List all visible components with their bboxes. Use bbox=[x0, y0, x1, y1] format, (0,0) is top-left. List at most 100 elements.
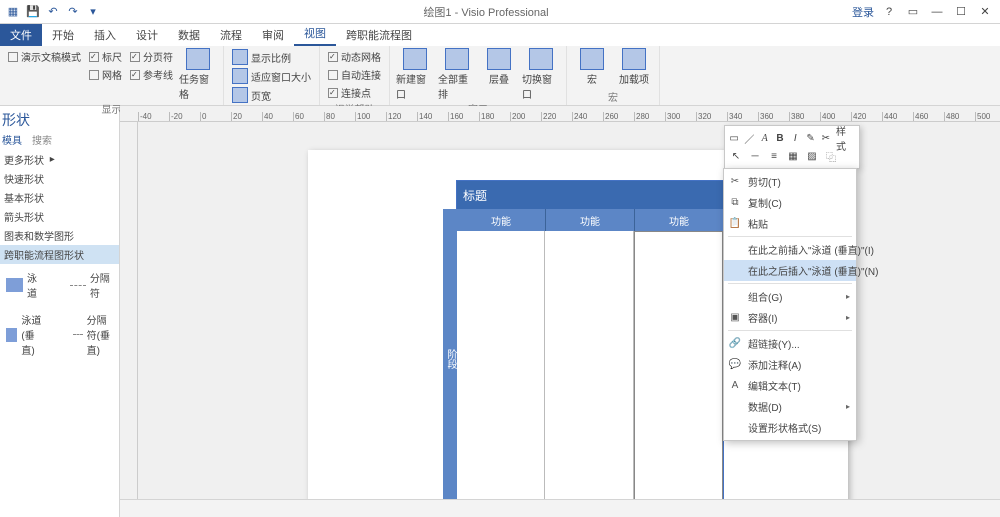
tab-stencils[interactable]: 模具 bbox=[2, 132, 22, 147]
tab-file[interactable]: 文件 bbox=[0, 24, 42, 46]
chk-ruler[interactable]: 标尺 bbox=[87, 48, 124, 65]
swimlane-container[interactable]: 阶段 标题 功能 功能 功能 bbox=[456, 180, 724, 510]
chk-guides[interactable]: 参考线 bbox=[128, 66, 175, 83]
chk-dynamic-grid[interactable]: 动态网格 bbox=[326, 48, 383, 65]
minimize-icon[interactable]: — bbox=[928, 5, 946, 19]
chk-auto-connect[interactable]: 自动连接 bbox=[326, 66, 383, 83]
stencil-separator-vertical[interactable]: 分隔符(垂直) bbox=[71, 310, 115, 359]
tab-review[interactable]: 审阅 bbox=[252, 24, 294, 46]
swimlane-header-1[interactable]: 功能 bbox=[457, 209, 546, 231]
chevron-right-icon: ▸ bbox=[846, 292, 850, 301]
qat-customize-icon[interactable]: ▾ bbox=[84, 3, 102, 21]
shapes-panel: 形状 模具 搜索 更多形状 ▸ 快速形状 基本形状 箭头形状 图表和数学图形 跨… bbox=[0, 106, 120, 517]
tab-insert[interactable]: 插入 bbox=[84, 24, 126, 46]
app-icon[interactable]: ▦ bbox=[4, 3, 22, 21]
basic-shapes[interactable]: 基本形状 bbox=[0, 188, 119, 207]
lane-3-selected[interactable] bbox=[634, 231, 723, 509]
stencil-swimlane[interactable]: 泳道 bbox=[4, 268, 44, 302]
tab-process[interactable]: 流程 bbox=[210, 24, 252, 46]
bring-front-icon[interactable]: ▦ bbox=[785, 148, 801, 164]
align-icon[interactable]: ≡ bbox=[766, 148, 782, 164]
ctx-hyperlink[interactable]: 🔗超链接(Y)... bbox=[724, 333, 856, 354]
tab-design[interactable]: 设计 bbox=[126, 24, 168, 46]
sheet-tab-bar[interactable] bbox=[120, 499, 1000, 517]
ctx-group[interactable]: 组合(G)▸ bbox=[724, 286, 856, 307]
tab-cff[interactable]: 跨职能流程图 bbox=[336, 24, 422, 46]
quick-shapes[interactable]: 快速形状 bbox=[0, 169, 119, 188]
ctx-edit-text[interactable]: A编辑文本(T) bbox=[724, 375, 856, 396]
ribbon-collapse-icon[interactable]: ▭ bbox=[904, 5, 922, 19]
shapes-row-1: 泳道 分隔符 bbox=[0, 264, 119, 306]
send-back-icon[interactable]: ▨ bbox=[804, 148, 820, 164]
ctx-comment[interactable]: 💬添加注释(A) bbox=[724, 354, 856, 375]
fill-color-icon[interactable]: ▭ bbox=[728, 130, 740, 146]
bold-icon[interactable]: B bbox=[774, 130, 786, 146]
ribbon-group-window: 新建窗口 全部重排 层叠 切换窗口 窗口 bbox=[390, 46, 567, 105]
ctx-paste[interactable]: 📋粘贴 bbox=[724, 213, 856, 234]
chart-math-shapes[interactable]: 图表和数学图形 bbox=[0, 226, 119, 245]
maximize-icon[interactable]: ☐ bbox=[952, 5, 970, 19]
ctx-copy[interactable]: ⧉复制(C) bbox=[724, 192, 856, 213]
canvas-body[interactable]: 阶段 标题 功能 功能 功能 bbox=[138, 122, 1000, 517]
swimlane-title[interactable]: 标题 bbox=[457, 181, 723, 209]
comment-icon: 💬 bbox=[728, 358, 742, 372]
fit-window[interactable]: 适应窗口大小 bbox=[230, 67, 313, 85]
pointer-tool-icon[interactable]: ↖ bbox=[728, 148, 744, 164]
ctx-data[interactable]: 数据(D)▸ bbox=[724, 396, 856, 417]
ctx-container[interactable]: ▣容器(I)▸ bbox=[724, 307, 856, 328]
lane-1[interactable] bbox=[457, 231, 545, 509]
new-window-button[interactable]: 新建窗口 bbox=[396, 48, 434, 101]
highlight-icon[interactable]: ✎ bbox=[804, 130, 816, 146]
context-menu: ✂剪切(T) ⧉复制(C) 📋粘贴 在此之前插入"泳道 (垂直)"(I) 在此之… bbox=[723, 168, 857, 441]
login-link[interactable]: 登录 bbox=[852, 4, 874, 20]
chk-connect-point[interactable]: 连接点 bbox=[326, 84, 383, 101]
arrow-shapes[interactable]: 箭头形状 bbox=[0, 207, 119, 226]
save-icon[interactable]: 💾 bbox=[24, 3, 42, 21]
canvas-area: -40-200204060801001201401601802002202402… bbox=[120, 106, 1000, 517]
task-pane-button[interactable]: 任务窗格 bbox=[179, 48, 217, 101]
arrange-all-button[interactable]: 全部重排 bbox=[438, 48, 476, 101]
cff-shapes[interactable]: 跨职能流程图形状 bbox=[0, 245, 119, 264]
format-painter-icon[interactable]: ✂ bbox=[820, 130, 832, 146]
separator-icon bbox=[70, 285, 85, 286]
more-shapes[interactable]: 更多形状 ▸ bbox=[0, 150, 119, 169]
tab-view[interactable]: 视图 bbox=[294, 22, 336, 46]
undo-icon[interactable]: ↶ bbox=[44, 3, 62, 21]
tab-home[interactable]: 开始 bbox=[42, 24, 84, 46]
cascade-button[interactable]: 层叠 bbox=[480, 48, 518, 86]
stencil-separator[interactable]: 分隔符 bbox=[68, 268, 115, 302]
chk-grid[interactable]: 网格 bbox=[87, 66, 124, 83]
swimlane-phase[interactable]: 阶段 bbox=[443, 209, 457, 509]
chk-presentation[interactable]: 演示文稿模式 bbox=[6, 48, 83, 65]
group-icon[interactable]: ⿻ bbox=[823, 148, 839, 164]
addons-button[interactable]: 加载项 bbox=[615, 48, 653, 86]
group-label-macros: 宏 bbox=[573, 89, 653, 105]
swimlane-header-3[interactable]: 功能 bbox=[635, 209, 723, 231]
font-icon[interactable]: A bbox=[759, 130, 771, 146]
title-bar: ▦ 💾 ↶ ↷ ▾ 绘图1 - Visio Professional 登录 ? … bbox=[0, 0, 1000, 24]
switch-window-button[interactable]: 切换窗口 bbox=[522, 48, 560, 101]
swimlane-body bbox=[457, 231, 723, 509]
quick-styles-button[interactable]: 样式 bbox=[835, 130, 856, 146]
help-icon[interactable]: ? bbox=[880, 5, 898, 19]
redo-icon[interactable]: ↷ bbox=[64, 3, 82, 21]
chk-pagebreak[interactable]: 分页符 bbox=[128, 48, 175, 65]
connector-tool-icon[interactable]: ─ bbox=[747, 148, 763, 164]
italic-icon[interactable]: I bbox=[789, 130, 801, 146]
lane-2[interactable] bbox=[545, 231, 633, 509]
stencil-swimlane-vertical[interactable]: 泳道(垂直) bbox=[4, 310, 47, 359]
ctx-insert-before[interactable]: 在此之前插入"泳道 (垂直)"(I) bbox=[724, 239, 856, 260]
page-width[interactable]: 页宽 bbox=[230, 86, 313, 104]
ctx-cut[interactable]: ✂剪切(T) bbox=[724, 171, 856, 192]
macros-button[interactable]: 宏 bbox=[573, 48, 611, 86]
line-color-icon[interactable]: ／ bbox=[743, 130, 755, 146]
quick-access-toolbar: ▦ 💾 ↶ ↷ ▾ bbox=[0, 3, 120, 21]
tab-search[interactable]: 搜索 bbox=[32, 132, 52, 147]
tab-data[interactable]: 数据 bbox=[168, 24, 210, 46]
swimlane-header-2[interactable]: 功能 bbox=[546, 209, 635, 231]
ctx-separator bbox=[728, 283, 852, 284]
show-scale[interactable]: 显示比例 bbox=[230, 48, 313, 66]
ctx-format-shape[interactable]: 设置形状格式(S) bbox=[724, 417, 856, 438]
close-icon[interactable]: ✕ bbox=[976, 5, 994, 19]
ctx-insert-after[interactable]: 在此之后插入"泳道 (垂直)"(N) bbox=[724, 260, 856, 281]
